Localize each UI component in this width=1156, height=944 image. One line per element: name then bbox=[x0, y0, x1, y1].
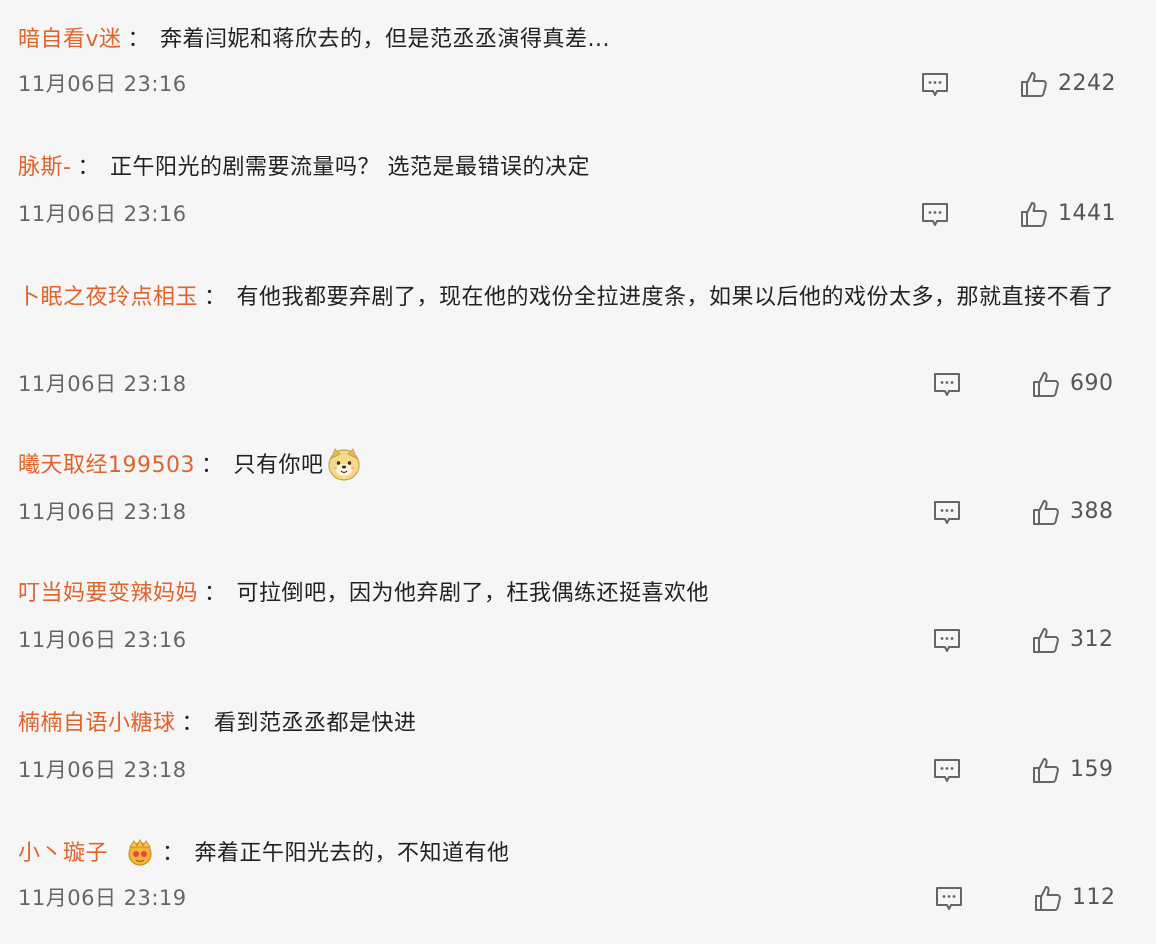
comment-colon: ： bbox=[127, 27, 151, 52]
comment-bubble-icon bbox=[922, 203, 948, 226]
comment-item: 脉斯-：正午阳光的剧需要流量吗？ 选范是最错误的决定 11月06日 23:16 … bbox=[18, 148, 1128, 227]
comment-item: 小丶璇子 ： 奔着正午阳光去的，不知道有他 11月06日 23:19 112 bbox=[18, 834, 1128, 911]
comment-bubble-icon bbox=[934, 759, 960, 782]
comment-colon: ： bbox=[204, 285, 227, 310]
comment-bubble-icon bbox=[934, 373, 960, 396]
comment-timestamp: 11月06日 23:16 bbox=[18, 72, 187, 96]
comment-timestamp: 11月06日 23:18 bbox=[18, 500, 187, 524]
comment-meta: 11月06日 23:18 159 bbox=[18, 750, 1128, 790]
like-count: 312 bbox=[1070, 627, 1114, 652]
comment-timestamp: 11月06日 23:16 bbox=[18, 202, 187, 226]
like-button[interactable]: 312 bbox=[1032, 624, 1114, 656]
comment-body: 有他我都要弃剧了，现在他的戏份全拉进度条，如果以后他的戏份太多，那就直接不看了 bbox=[236, 285, 1115, 310]
comment-colon: ： bbox=[77, 155, 100, 180]
thumbs-up-icon bbox=[1021, 202, 1047, 227]
like-button[interactable]: 159 bbox=[1032, 754, 1114, 786]
comment-text: 脉斯-： 正午阳光的剧需要流量吗？ 选范是最错误的决定 bbox=[18, 148, 1128, 188]
like-count: 159 bbox=[1070, 757, 1114, 782]
like-count: 690 bbox=[1070, 371, 1114, 396]
comment-colon: ： bbox=[181, 711, 205, 736]
comment-text: 暗自看v迷： 奔着闫妮和蒋欣去的，但是范丞丞演得真差... bbox=[18, 20, 1128, 60]
like-button[interactable]: 388 bbox=[1032, 496, 1114, 528]
comment-bubble-icon bbox=[922, 73, 948, 96]
like-button[interactable]: 2242 bbox=[1020, 68, 1116, 100]
comment-username[interactable]: 暗自看v迷 bbox=[18, 27, 122, 52]
comment-timestamp: 11月06日 23:16 bbox=[18, 628, 187, 652]
reply-button[interactable] bbox=[932, 500, 962, 526]
comment-body: 正午阳光的剧需要流量吗？ 选范是最错误的决定 bbox=[109, 155, 590, 180]
comment-username[interactable]: 卜眠之夜玲点相玉 bbox=[18, 285, 198, 310]
comment-item: 卜眠之夜玲点相玉： 有他我都要弃剧了，现在他的戏份全拉进度条，如果以后他的戏份太多… bbox=[18, 278, 1128, 397]
comment-body: 只有你吧 bbox=[233, 453, 324, 478]
like-button[interactable]: 1441 bbox=[1020, 198, 1116, 230]
comment-body: 奔着正午阳光去的，不知道有他 bbox=[194, 841, 510, 866]
comment-meta: 11月06日 23:18 388 bbox=[18, 492, 1128, 532]
comment-username[interactable]: 楠楠自语小糖球 bbox=[18, 711, 176, 736]
crown-badge-icon bbox=[124, 837, 156, 867]
comment-body: 可拉倒吧，因为他弃剧了，枉我偶练还挺喜欢他 bbox=[236, 581, 710, 606]
thumbs-up-icon bbox=[1035, 886, 1061, 911]
comment-item: 叮当妈要变辣妈妈： 可拉倒吧，因为他弃剧了，枉我偶练还挺喜欢他 11月06日 23… bbox=[18, 574, 1128, 653]
comment-text: 小丶璇子 ： 奔着正午阳光去的，不知道有他 bbox=[18, 834, 1128, 874]
reply-button[interactable] bbox=[920, 72, 950, 98]
comment-body: 奔着闫妮和蒋欣去的，但是范丞丞演得真差... bbox=[160, 27, 611, 52]
comment-colon: ： bbox=[162, 841, 185, 866]
comment-meta: 11月06日 23:19 112 bbox=[18, 878, 1128, 918]
comment-list: 暗自看v迷：奔着闫妮和蒋欣去的，但是范丞丞演得真差... 11月06日 23:1… bbox=[0, 0, 1156, 944]
comment-username[interactable]: 叮当妈要变辣妈妈 bbox=[18, 581, 198, 606]
reply-button[interactable] bbox=[934, 886, 964, 912]
comment-item: 曦天取经199503： 只有你吧 11月06日 23:18 388 bbox=[18, 446, 1128, 525]
reply-button[interactable] bbox=[932, 628, 962, 654]
reply-button[interactable] bbox=[920, 202, 950, 228]
like-count: 2242 bbox=[1058, 71, 1116, 96]
comment-timestamp: 11月06日 23:18 bbox=[18, 372, 187, 396]
like-button[interactable]: 690 bbox=[1032, 368, 1114, 400]
like-count: 388 bbox=[1070, 499, 1114, 524]
comment-meta: 11月06日 23:18 690 bbox=[18, 364, 1128, 404]
comment-text: 曦天取经199503： 只有你吧 bbox=[18, 446, 1128, 486]
like-count: 112 bbox=[1072, 885, 1116, 910]
like-count: 1441 bbox=[1058, 201, 1116, 226]
comment-text: 楠楠自语小糖球： 看到范丞丞都是快进 bbox=[18, 704, 1128, 744]
comment-timestamp: 11月06日 23:19 bbox=[18, 886, 187, 910]
reply-button[interactable] bbox=[932, 758, 962, 784]
thumbs-up-icon bbox=[1033, 628, 1059, 653]
dog-face-emoji bbox=[326, 446, 362, 482]
comment-colon: ： bbox=[200, 453, 224, 478]
thumbs-up-icon bbox=[1033, 372, 1059, 397]
comment-bubble-icon bbox=[936, 887, 962, 910]
reply-button[interactable] bbox=[932, 372, 962, 398]
comment-meta: 11月06日 23:16 312 bbox=[18, 620, 1128, 660]
comment-username[interactable]: 脉斯- bbox=[18, 155, 71, 180]
comment-text: 卜眠之夜玲点相玉： 有他我都要弃剧了，现在他的戏份全拉进度条，如果以后他的戏份太多… bbox=[18, 278, 1128, 318]
thumbs-up-icon bbox=[1033, 758, 1059, 783]
comment-text: 叮当妈要变辣妈妈： 可拉倒吧，因为他弃剧了，枉我偶练还挺喜欢他 bbox=[18, 574, 1128, 614]
comment-body: 看到范丞丞都是快进 bbox=[214, 711, 417, 736]
comment-bubble-icon bbox=[934, 629, 960, 652]
like-button[interactable]: 112 bbox=[1034, 882, 1116, 914]
thumbs-up-icon bbox=[1021, 72, 1047, 97]
thumbs-up-icon bbox=[1033, 500, 1059, 525]
comment-username[interactable]: 曦天取经199503 bbox=[18, 453, 195, 478]
comment-meta: 11月06日 23:16 2242 bbox=[18, 64, 1128, 104]
comment-timestamp: 11月06日 23:18 bbox=[18, 758, 187, 782]
comment-colon: ： bbox=[204, 581, 227, 606]
comment-item: 楠楠自语小糖球： 看到范丞丞都是快进 11月06日 23:18 159 bbox=[18, 704, 1128, 783]
comment-item: 暗自看v迷： 奔着闫妮和蒋欣去的，但是范丞丞演得真差... 11月06日 23:1… bbox=[18, 20, 1128, 97]
comment-username[interactable]: 小丶璇子 bbox=[18, 841, 108, 866]
comment-bubble-icon bbox=[934, 501, 960, 524]
comment-meta: 11月06日 23:16 1441 bbox=[18, 194, 1128, 234]
